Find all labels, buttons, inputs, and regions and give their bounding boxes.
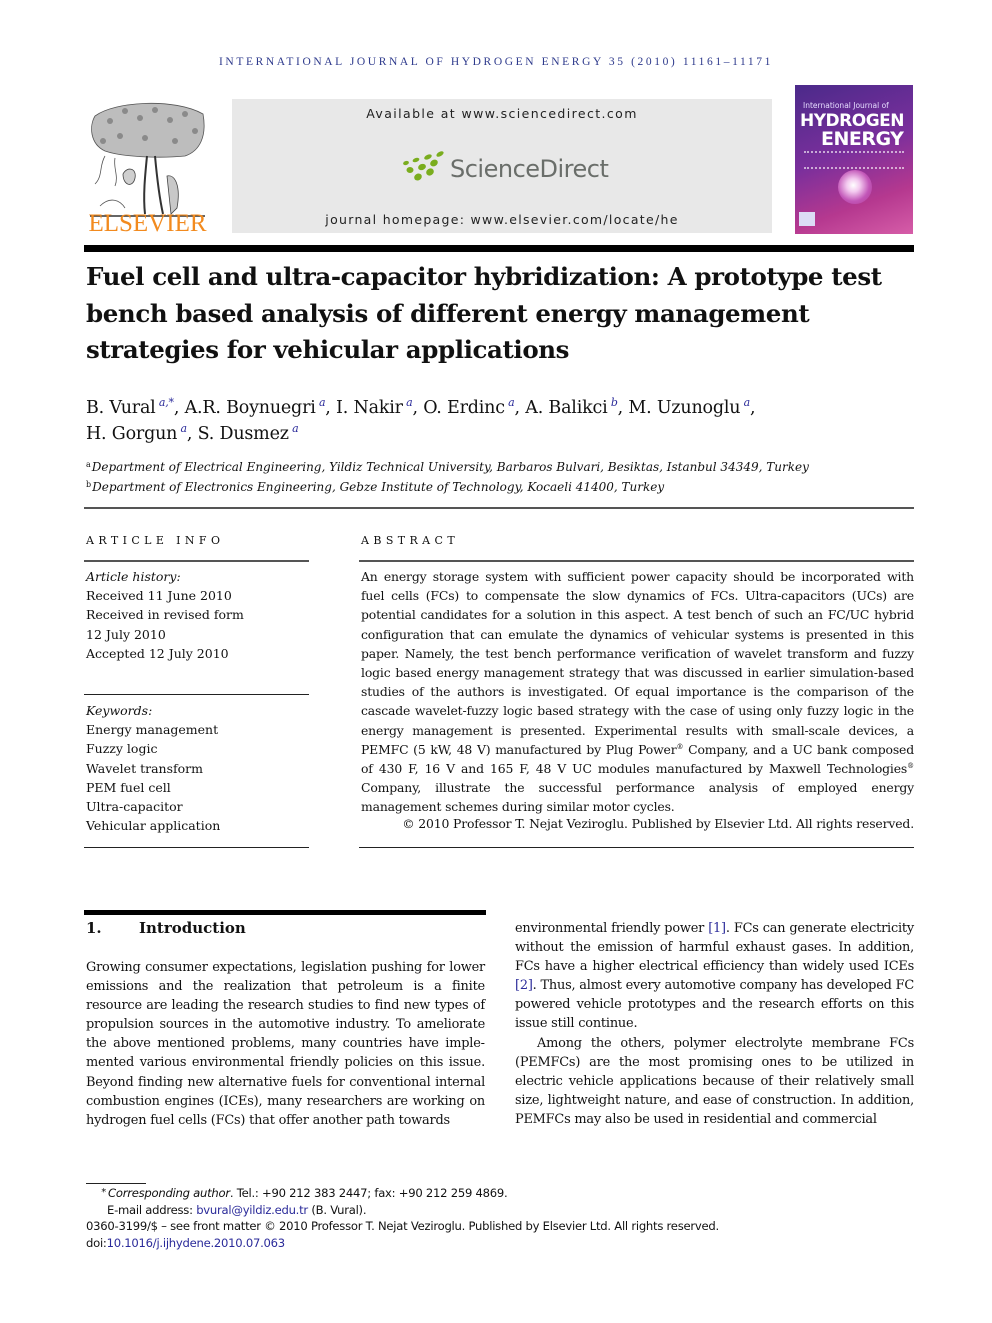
author[interactable]: B. Vural a,* (86, 396, 174, 418)
body-paragraph: Among the others, polymer electrolyte me… (515, 1035, 914, 1127)
author-affiliation-mark[interactable]: a (292, 422, 299, 435)
author-affiliation-mark[interactable]: a (406, 396, 413, 409)
author[interactable]: H. Gorgun a (86, 422, 188, 444)
keyword-item: Ultra-capacitor (86, 799, 183, 815)
keywords: Keywords: Energy management Fuzzy logic … (86, 701, 311, 835)
citation-link[interactable]: [1] (708, 921, 726, 936)
affiliation-mark: a (86, 460, 91, 469)
corresponding-author-note: * Corresponding author. Tel.: +90 212 383… (86, 1185, 916, 1202)
section-number: 1. (86, 919, 102, 937)
author-name: A.R. Boynuegri (184, 398, 316, 418)
author[interactable]: I. Nakir a (336, 396, 413, 418)
sciencedirect-wordmark: ScienceDirect (450, 155, 609, 183)
abstract-bottom-rule (359, 847, 914, 848)
history-item: Received in revised form (86, 607, 244, 623)
keyword-item: Fuzzy logic (86, 741, 158, 757)
body-column-right: environmental friendly power [1]. FCs ca… (515, 919, 914, 1129)
abstract-text: An energy storage system with sufficient… (361, 567, 914, 817)
email-owner: (B. Vural). (307, 1202, 367, 1217)
author-affiliation-mark[interactable]: a (508, 396, 515, 409)
keyword-item: Energy management (86, 722, 219, 738)
doi-note: doi:10.1016/j.ijhydene.2010.07.063 (86, 1235, 916, 1252)
registered-mark: ® (907, 762, 914, 771)
author-affiliation-mark[interactable]: a (181, 422, 188, 435)
history-item: 12 July 2010 (86, 626, 166, 642)
article-info-heading: ARTICLE INFO (86, 534, 225, 547)
cover-he-badge-icon (799, 212, 815, 226)
email-label: E-mail address: (107, 1202, 197, 1217)
elsevier-wordmark: ELSEVIER (88, 210, 207, 237)
journal-cover-image: International Journal of HYDROGEN ENERGY (795, 85, 913, 234)
journal-homepage-link[interactable]: journal homepage: www.elsevier.com/locat… (232, 212, 772, 227)
doi-label: doi: (86, 1235, 107, 1250)
body-text: . Thus, almost every automotive company … (515, 978, 914, 1032)
keyword-item: PEM fuel cell (86, 779, 171, 795)
abstract-copyright: © 2010 Professor T. Nejat Veziroglu. Pub… (402, 816, 914, 831)
author[interactable]: A.R. Boynuegri a (184, 396, 326, 418)
email-link[interactable]: bvural@yildiz.edu.tr (196, 1203, 308, 1217)
author[interactable]: A. Balikci b (525, 396, 618, 418)
running-head: INTERNATIONAL JOURNAL OF HYDROGEN ENERGY… (219, 56, 773, 68)
cover-title-energy: ENERGY (821, 128, 904, 150)
history-item: Received 11 June 2010 (86, 588, 232, 604)
author-name: M. Uzunoglu (628, 398, 741, 418)
header-rule (84, 245, 914, 252)
author-name: I. Nakir (336, 398, 403, 418)
author-affiliation-mark[interactable]: a (744, 396, 751, 409)
email-note: E-mail address: bvural@yildiz.edu.tr (B.… (86, 1202, 916, 1219)
cover-editors-text (804, 151, 904, 169)
abstract-text-part: An energy storage system with sufficient… (361, 569, 914, 757)
keyword-item: Vehicular application (86, 818, 221, 834)
abstract-text-part: Company, illustrate the successful perfo… (361, 780, 914, 815)
article-info-bottom-rule (84, 847, 309, 848)
article-info-divider (84, 694, 309, 695)
author-name: O. Erdinc (423, 398, 505, 418)
body-text: environmental friendly power (515, 921, 709, 936)
section-rule (84, 507, 914, 509)
article-history: Article history: Received 11 June 2010 R… (86, 567, 311, 663)
body-paragraph: Growing consumer expectations, legislati… (86, 960, 485, 1128)
author[interactable]: M. Uzunoglu a (628, 396, 751, 418)
cover-journal-prefix: International Journal of (803, 101, 889, 110)
introduction-heading: 1. Introduction (86, 919, 246, 937)
affiliation-b: bDepartment of Electronics Engineering, … (86, 478, 916, 498)
author[interactable]: O. Erdinc a (423, 396, 515, 418)
front-matter-note: 0360-3199/$ – see front matter © 2010 Pr… (86, 1219, 719, 1233)
section-title: Introduction (139, 919, 246, 937)
doi-link[interactable]: 10.1016/j.ijhydene.2010.07.063 (107, 1236, 286, 1250)
abstract-rule (359, 560, 914, 562)
author-affiliation-mark[interactable]: b (611, 396, 618, 409)
introduction-rule (84, 910, 486, 915)
body-paragraph: environmental friendly power [1]. FCs ca… (515, 919, 914, 1034)
author-affiliation-mark[interactable]: a,* (159, 396, 174, 409)
article-title: Fuel cell and ultra-capacitor hybridizat… (86, 262, 882, 364)
affiliation-mark: b (86, 479, 92, 489)
author-affiliation-mark[interactable]: a (319, 396, 326, 409)
history-item: Accepted 12 July 2010 (86, 645, 229, 661)
keyword-item: Wavelet transform (86, 760, 203, 776)
article-info-rule (84, 560, 309, 562)
keywords-label: Keywords: (86, 703, 153, 718)
author[interactable]: S. Dusmez a (197, 422, 299, 444)
citation-link[interactable]: [2] (515, 978, 533, 993)
author-name: B. Vural (86, 398, 156, 418)
contact-numbers: . Tel.: +90 212 383 2447; fax: +90 212 2… (229, 1186, 508, 1200)
corresponding-label: Corresponding author (108, 1186, 230, 1200)
author-name: S. Dusmez (197, 424, 289, 444)
footnotes: * Corresponding author. Tel.: +90 212 383… (86, 1185, 916, 1251)
footnote-marker: * (101, 1187, 106, 1198)
author-name: H. Gorgun (86, 424, 178, 444)
affiliation-list: aDepartment of Electrical Engineering, Y… (86, 458, 916, 497)
affiliation-text: Department of Electrical Engineering, Yi… (91, 460, 809, 474)
available-at-link[interactable]: Available at www.sciencedirect.com (232, 106, 772, 121)
body-column-left: Growing consumer expectations, legislati… (86, 958, 485, 1130)
article-history-label: Article history: (86, 569, 181, 584)
cover-orb-graphic (838, 170, 872, 204)
author-name: A. Balikci (525, 398, 608, 418)
footnote-rule (86, 1183, 146, 1184)
affiliation-a: aDepartment of Electrical Engineering, Y… (86, 458, 916, 478)
affiliation-text: Department of Electronics Engineering, G… (92, 479, 665, 494)
abstract-heading: ABSTRACT (361, 534, 460, 547)
author-list: B. Vural a,*, A.R. Boynuegri a, I. Nakir… (86, 396, 756, 444)
